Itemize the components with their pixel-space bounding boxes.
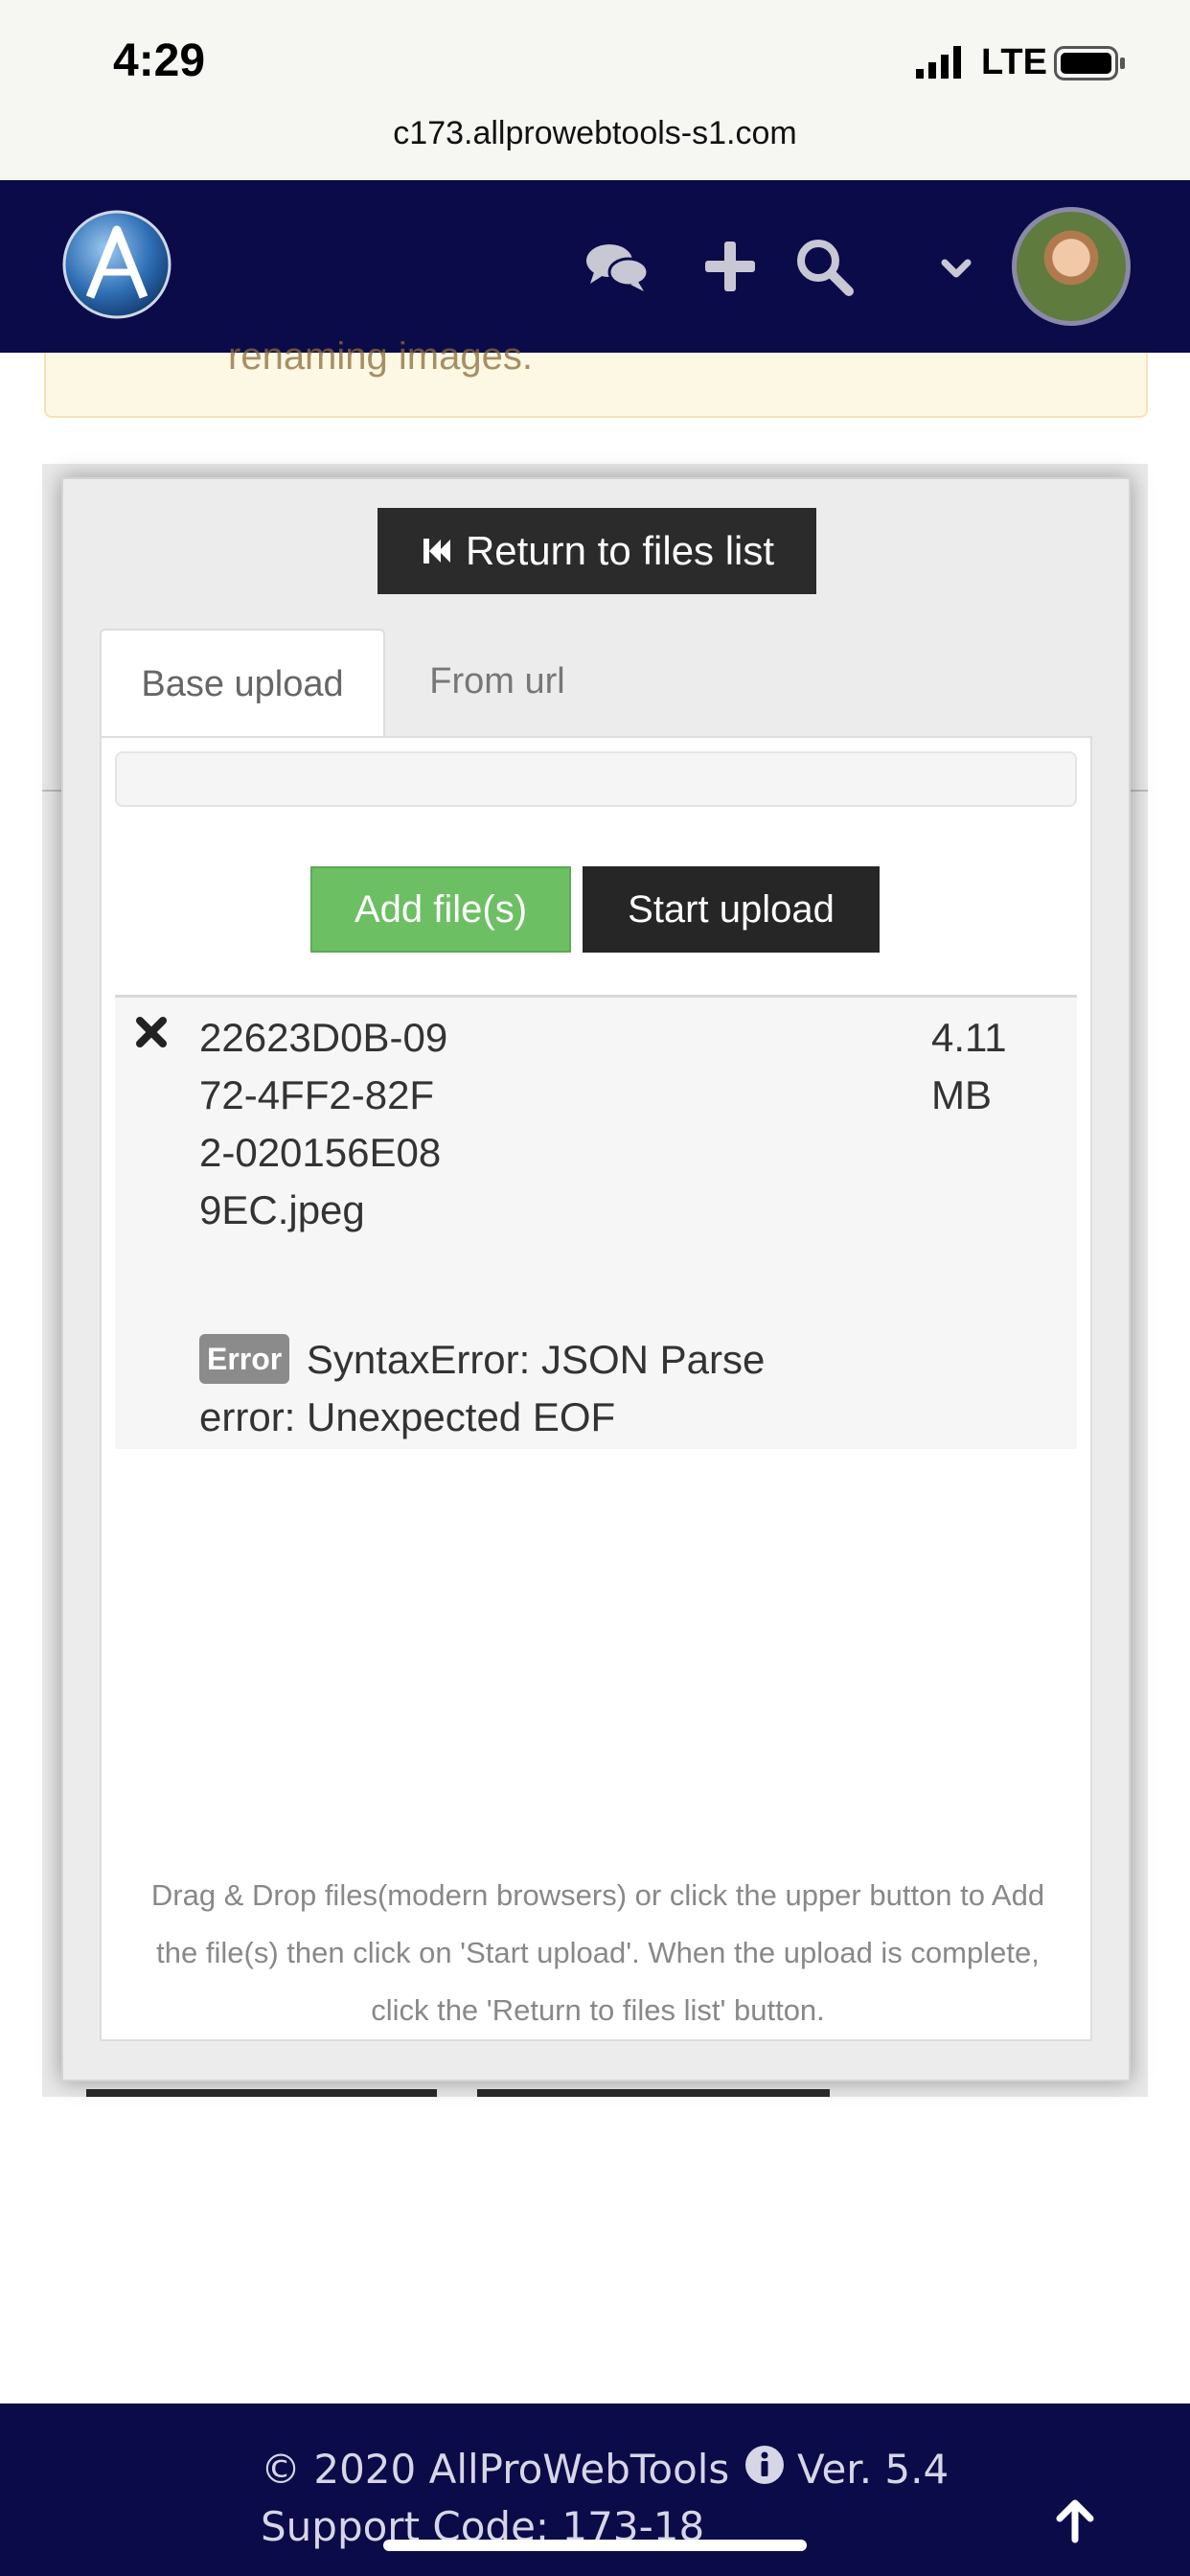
footer-copyright: © 2020 AllProWebTools — [261, 2446, 730, 2493]
remove-file-icon[interactable] — [132, 1013, 171, 1051]
file-list-item: 22623D0B-0972-4FF2-82F2-020156E089EC.jpe… — [115, 995, 1077, 1449]
return-to-files-button[interactable]: Return to files list — [378, 508, 816, 594]
chat-icon[interactable] — [581, 230, 653, 303]
user-avatar[interactable] — [1012, 207, 1131, 326]
info-icon — [745, 2446, 784, 2484]
arrow-up-icon[interactable] — [1050, 2496, 1100, 2545]
start-upload-button[interactable]: Start upload — [583, 866, 880, 953]
chevron-down-icon[interactable] — [920, 230, 993, 303]
upload-progress-bar — [115, 751, 1077, 807]
network-type: LTE — [981, 42, 1047, 82]
browser-url[interactable]: c173.allprowebtools-s1.com — [0, 115, 1190, 152]
status-bar: 4:29 LTE c173.allprowebtools-s1.com — [0, 0, 1190, 180]
tab-base-upload[interactable]: Base upload — [100, 629, 385, 738]
background-thumbnail — [86, 2089, 437, 2097]
file-error: Error SyntaxError: JSON Parse error: Une… — [199, 1331, 851, 1446]
allprowebtools-logo-icon[interactable] — [61, 209, 172, 320]
tab-from-url[interactable]: From url — [385, 629, 609, 734]
notice-alert: renaming images. — [44, 335, 1148, 418]
file-name: 22623D0B-0972-4FF2-82F2-020156E089EC.jpe… — [199, 1015, 448, 1232]
signal-strength-icon — [916, 46, 961, 79]
footer-version: Ver. 5.4 — [797, 2446, 950, 2493]
background-thumbnail — [477, 2089, 830, 2097]
status-time: 4:29 — [113, 35, 206, 86]
file-size: 4.11 MB — [931, 1015, 1007, 1117]
notice-text: renaming images. — [228, 335, 533, 378]
fast-backward-icon — [423, 539, 450, 564]
add-files-button[interactable]: Add file(s) — [310, 866, 571, 953]
home-indicator[interactable] — [383, 2540, 807, 2551]
upload-modal: Return to files list Base upload From ur… — [61, 477, 1131, 2082]
return-to-files-label: Return to files list — [465, 528, 775, 573]
error-badge: Error — [199, 1334, 290, 1384]
battery-icon — [1054, 46, 1125, 80]
plus-icon[interactable] — [694, 230, 767, 303]
search-icon[interactable] — [788, 230, 860, 303]
upload-panel: Add file(s) Start upload 22623D0B-0972-4… — [100, 736, 1092, 2041]
upload-help-text: Drag & Drop files(modern browsers) or cl… — [150, 1878, 1045, 2027]
app-header — [0, 180, 1190, 353]
